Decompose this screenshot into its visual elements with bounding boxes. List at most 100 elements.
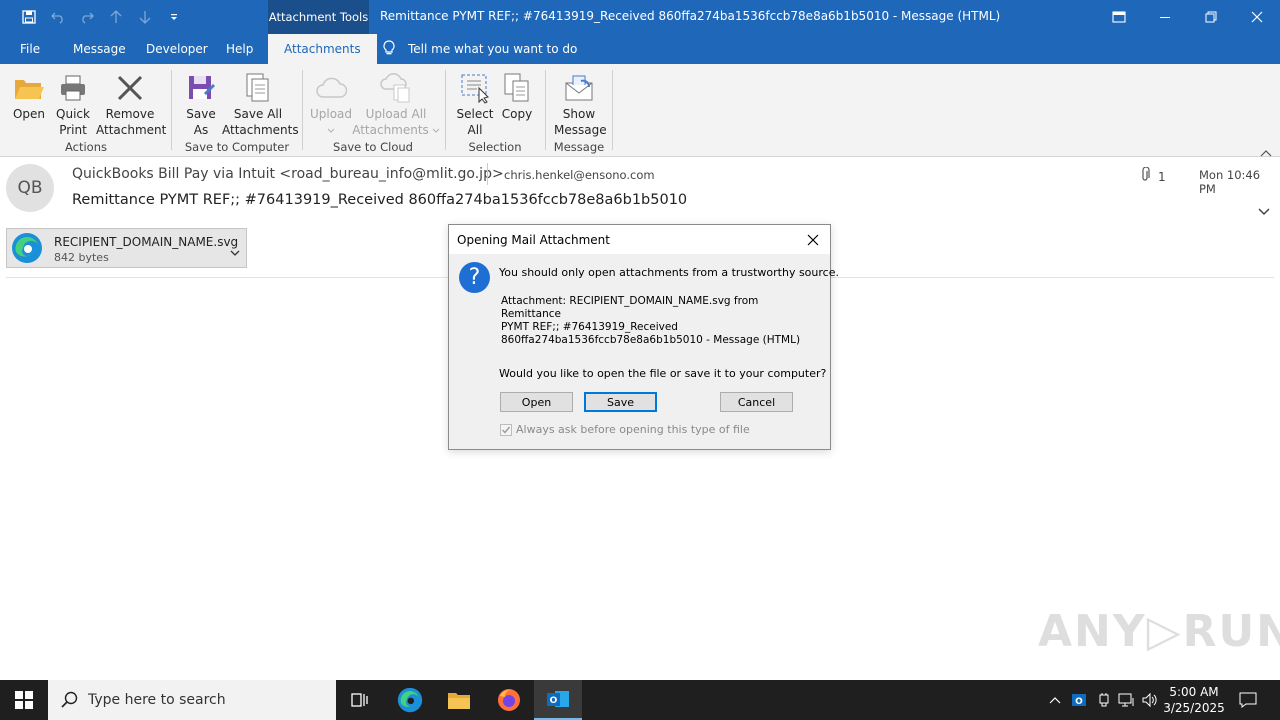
volume-icon[interactable] [1140,680,1160,720]
window-title: Remittance PYMT REF;; #76413919_Received… [380,9,1001,23]
checkmark-icon [500,423,512,436]
tab-message[interactable]: Message [73,34,126,64]
taskbar-search[interactable]: Type here to search [48,680,336,720]
outlook-icon[interactable]: O [534,680,582,720]
title-bar: Attachment Tools Remittance PYMT REF;; #… [0,0,1280,34]
upload-button[interactable]: Upload [308,70,354,138]
ribbon-tabs: File Message Developer Help Attachments … [0,34,1280,64]
group-separator [612,70,613,150]
attachment-item[interactable]: RECIPIENT_DOMAIN_NAME.svg 842 bytes [6,228,247,268]
arrow-down-icon[interactable] [130,7,159,27]
dialog-title: Opening Mail Attachment [457,233,610,247]
undo-icon[interactable] [43,7,72,27]
save-all-attachments-button[interactable]: Save All Attachments [222,70,299,138]
select-all-button[interactable]: Select All [454,70,496,138]
save-icon[interactable] [14,7,43,27]
remove-attachment-button[interactable]: Remove Attachment [96,70,166,138]
envelope-icon [554,70,604,106]
tell-me-label: Tell me what you want to do [408,42,578,56]
quick-print-button[interactable]: Quick Print [52,70,94,138]
select-all-icon [454,70,496,106]
redo-icon[interactable] [72,7,101,27]
attachment-size: 842 bytes [54,251,109,264]
group-separator [302,70,303,150]
documents-icon [222,70,294,106]
ribbon: Open Quick Print Remove Attachment Actio… [0,64,1280,157]
close-icon[interactable] [1234,0,1280,34]
edge-icon[interactable] [386,680,434,720]
edge-browser-icon [11,232,43,268]
tab-help[interactable]: Help [226,34,253,64]
task-view-icon[interactable] [336,680,384,720]
attachment-tools-label: Attachment Tools [268,0,369,34]
search-icon [61,691,79,713]
notifications-icon[interactable] [1236,680,1260,720]
quick-access-toolbar [14,7,188,27]
show-message-button[interactable]: Show Message [554,70,607,138]
copy-icon [498,70,536,106]
paperclip-icon [1140,166,1150,186]
tab-attachments[interactable]: Attachments [268,34,377,64]
message-header: QB QuickBooks Bill Pay via Intuit <road_… [0,157,1280,225]
upload-all-attachments-button[interactable]: Upload All Attachments [352,70,440,138]
avatar[interactable]: QB [6,164,54,212]
restore-icon[interactable] [1188,0,1234,34]
group-message: Message [553,140,605,154]
watermark-logo: ANY▷RUN [1038,606,1280,657]
tell-me-box[interactable]: Tell me what you want to do [382,34,577,64]
group-separator [445,70,446,150]
printer-icon [52,70,94,106]
cloud-documents-icon [354,70,438,106]
dialog-question: Would you like to open the file or save … [499,367,827,380]
copy-button[interactable]: Copy [498,70,536,122]
group-selection: Selection [468,140,522,154]
chevron-down-icon[interactable] [230,242,240,261]
received-date: Mon 10:46 PM [1199,168,1261,196]
open-button[interactable]: Open [8,70,50,122]
taskbar-clock[interactable]: 5:00 AM 3/25/2025 [1160,684,1228,716]
chevron-up-icon[interactable] [1046,680,1064,720]
outlook-tray-icon[interactable]: O [1069,680,1089,720]
taskbar: Type here to search O O 5:00 AM 3/25/202… [0,680,1280,720]
expand-header-icon[interactable] [1258,201,1270,220]
recipient[interactable]: chris.henkel@ensono.com [504,168,655,182]
attachment-name: RECIPIENT_DOMAIN_NAME.svg [54,235,239,249]
svg-text:O: O [1075,697,1083,707]
opening-attachment-dialog: Opening Mail Attachment ? You should onl… [448,224,839,450]
save-button[interactable]: Save [584,392,657,412]
lightbulb-icon [382,39,396,59]
group-separator [545,70,546,150]
message-subject: Remittance PYMT REF;; #76413919_Received… [72,192,688,208]
close-icon[interactable] [802,229,824,251]
save-as-button[interactable]: Save As [180,70,222,138]
save-as-icon [180,70,222,106]
group-save-to-cloud: Save to Cloud [333,140,413,154]
tab-developer[interactable]: Developer [146,34,208,64]
group-save-to-computer: Save to Computer [184,140,290,154]
attachment-count: 1 [1140,166,1166,186]
chevron-down-icon [432,122,440,138]
open-button[interactable]: Open [500,392,573,412]
windows-start-icon[interactable] [0,680,48,720]
tab-file[interactable]: File [20,34,40,64]
arrow-up-icon[interactable] [101,7,130,27]
dialog-titlebar: Opening Mail Attachment [449,225,830,254]
question-icon: ? [459,262,490,293]
minimize-icon[interactable] [1142,0,1188,34]
file-explorer-icon[interactable] [435,680,483,720]
usb-device-icon[interactable] [1094,680,1114,720]
network-icon[interactable] [1117,680,1137,720]
remove-x-icon [96,70,164,106]
always-ask-checkbox[interactable]: Always ask before opening this type of f… [500,423,750,436]
cancel-button[interactable]: Cancel [720,392,793,412]
chevron-down-icon [308,122,354,138]
folder-open-icon [8,70,50,106]
trust-warning: You should only open attachments from a … [499,266,839,279]
ribbon-display-options-icon[interactable] [1096,0,1142,34]
cloud-icon [308,70,354,106]
sender[interactable]: QuickBooks Bill Pay via Intuit <road_bur… [72,166,504,182]
svg-text:O: O [550,696,558,706]
customize-qat-icon[interactable] [159,7,188,27]
firefox-icon[interactable] [485,680,533,720]
group-actions: Actions [64,140,107,154]
